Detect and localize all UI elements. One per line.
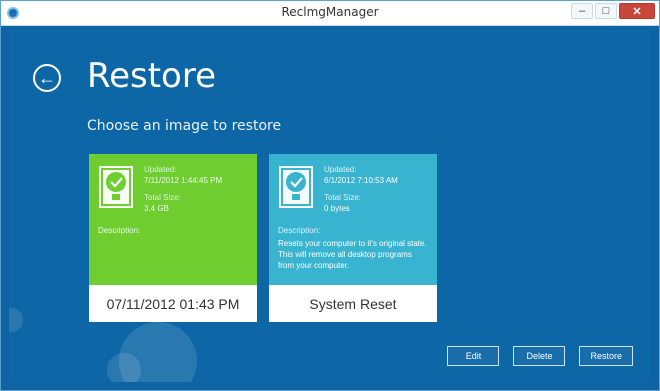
tile-footer-label: System Reset (309, 295, 397, 312)
action-bar: Edit Delete Restore (447, 346, 633, 366)
window-controls: – □ ✕ (571, 3, 655, 21)
image-meta: Updated: 6/1/2012 7:10:53 AM Total Size:… (324, 164, 398, 214)
decor-bubble (9, 308, 23, 332)
delete-button[interactable]: Delete (513, 346, 566, 366)
tile-top: Updated: 6/1/2012 7:10:53 AM Total Size:… (269, 154, 437, 285)
back-button[interactable]: ← (33, 64, 61, 92)
restore-button[interactable]: Restore (579, 346, 633, 366)
title-bar: ReclmgManager – □ ✕ (1, 1, 659, 26)
decor-bubble (107, 353, 141, 382)
description-label: Description: (98, 226, 141, 235)
description-text: Resets your computer to it's original st… (278, 239, 427, 270)
close-button[interactable]: ✕ (619, 3, 655, 19)
window: ReclmgManager – □ ✕ ← Restore Choose an … (0, 0, 660, 391)
page-title: Restore (87, 56, 217, 96)
size-label: Total Size: (144, 193, 181, 202)
updated-value: 6/1/2012 7:10:53 AM (324, 176, 398, 185)
main-content: ← Restore Choose an image to restore Upd… (9, 26, 651, 382)
page-subtitle: Choose an image to restore (87, 118, 282, 134)
size-value: 0 bytes (324, 204, 350, 213)
updated-label: Updated: (324, 165, 357, 174)
image-meta: Updated: 7/11/2012 1:44:45 PM Total Size… (144, 164, 222, 214)
disk-check-icon (279, 166, 313, 208)
edit-button[interactable]: Edit (447, 346, 500, 366)
minimize-button[interactable]: – (571, 3, 593, 19)
updated-value: 7/11/2012 1:44:45 PM (144, 176, 223, 185)
size-label: Total Size: (324, 193, 361, 202)
disk-check-icon (99, 166, 133, 208)
tile-footer-label: 07/11/2012 01:43 PM (106, 295, 240, 312)
image-tile-1[interactable]: Updated: 7/11/2012 1:44:45 PM Total Size… (89, 154, 257, 322)
back-arrow-icon: ← (38, 68, 56, 88)
maximize-button[interactable]: □ (595, 3, 617, 19)
window-title: ReclmgManager (281, 5, 379, 19)
size-value: 3.4 GB (144, 204, 169, 213)
description-label: Description: (278, 226, 321, 235)
image-tile-2[interactable]: Updated: 6/1/2012 7:10:53 AM Total Size:… (269, 154, 437, 322)
tile-top: Updated: 7/11/2012 1:44:45 PM Total Size… (89, 154, 257, 285)
updated-label: Updated: (144, 165, 177, 174)
